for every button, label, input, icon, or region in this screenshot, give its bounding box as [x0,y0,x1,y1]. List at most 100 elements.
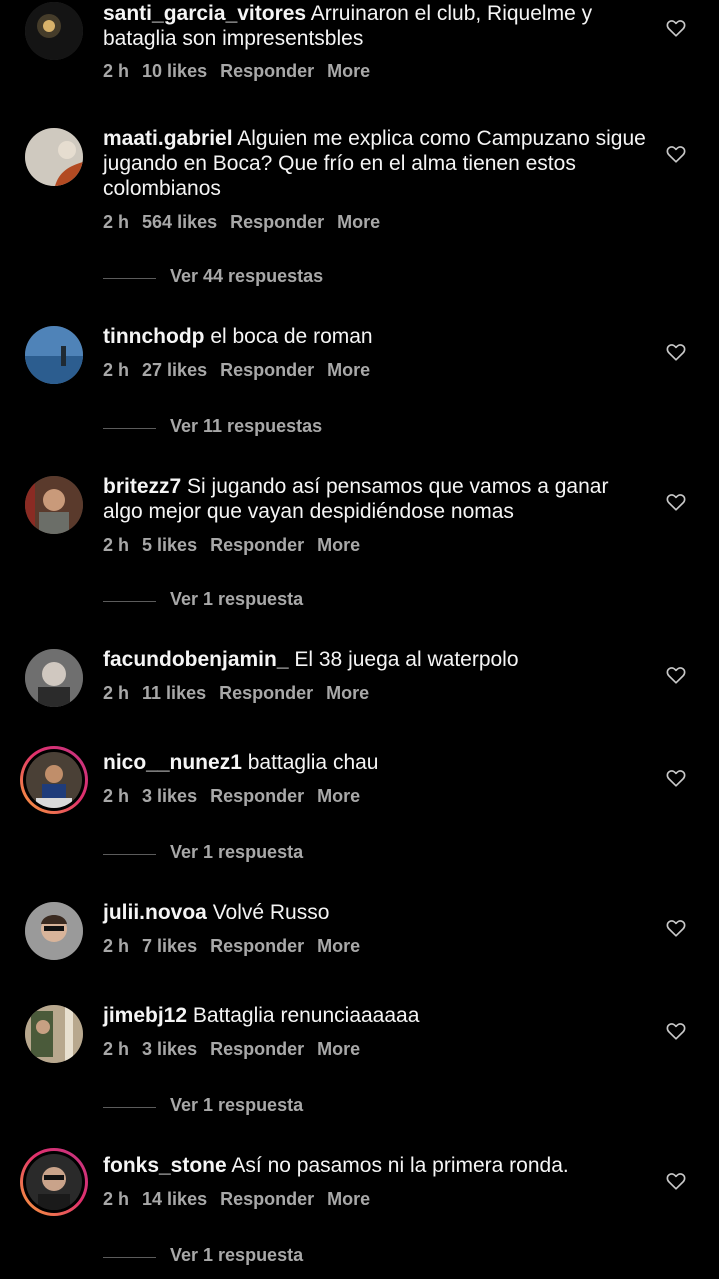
comment-text: nico__nunez1 battaglia chau [103,750,651,775]
comment-text: julii.novoa Volvé Russo [103,900,651,925]
more-button[interactable]: More [317,535,360,555]
comment-meta: 2 h 10 likes Responder More [103,61,378,82]
comment-meta: 2 h 11 likes Responder More [103,683,377,704]
reply-button[interactable]: Responder [219,683,313,703]
timestamp: 2 h [103,1039,130,1059]
likes-count[interactable]: 14 likes [142,1189,207,1209]
timestamp: 2 h [103,61,130,81]
avatar [26,752,82,808]
view-replies-label[interactable]: Ver 44 respuestas [170,266,323,287]
reply-button[interactable]: Responder [220,1189,314,1209]
username-link[interactable]: julii.novoa [103,901,207,924]
likes-count[interactable]: 564 likes [142,212,217,232]
avatar[interactable] [25,2,83,60]
username-link[interactable]: nico__nunez1 [103,751,242,774]
avatar[interactable] [25,476,83,534]
comment-text: fonks_stone Así no pasamos ni la primera… [103,1153,651,1178]
reply-button[interactable]: Responder [210,535,304,555]
heart-icon[interactable] [665,143,687,165]
likes-count[interactable]: 3 likes [142,786,197,806]
heart-icon[interactable] [665,491,687,513]
comment-text: tinnchodp el boca de roman [103,324,651,349]
avatar[interactable] [25,649,83,707]
avatar[interactable] [25,128,83,186]
view-replies-label[interactable]: Ver 1 respuesta [170,589,303,610]
more-button[interactable]: More [317,1039,360,1059]
reply-button[interactable]: Responder [210,1039,304,1059]
likes-count[interactable]: 7 likes [142,936,197,956]
heart-icon[interactable] [665,341,687,363]
comment-meta: 2 h 3 likes Responder More [103,786,368,807]
avatar [26,1154,82,1210]
username-link[interactable]: britezz7 [103,475,181,498]
avatar-story-ring[interactable] [20,746,88,814]
likes-count[interactable]: 27 likes [142,360,207,380]
more-button[interactable]: More [337,212,380,232]
timestamp: 2 h [103,936,130,956]
view-replies-label[interactable]: Ver 11 respuestas [170,416,322,437]
avatar[interactable] [25,326,83,384]
comment-meta: 2 h 564 likes Responder More [103,212,388,233]
heart-icon[interactable] [665,664,687,686]
reply-button[interactable]: Responder [230,212,324,232]
username-link[interactable]: fonks_stone [103,1154,227,1177]
comments-feed: santi_garcia_vitores Arruinaron el club,… [0,0,719,1279]
view-replies-label[interactable]: Ver 1 respuesta [170,1095,303,1116]
avatar[interactable] [25,902,83,960]
comment-meta: 2 h 14 likes Responder More [103,1189,378,1210]
username-link[interactable]: jimebj12 [103,1004,187,1027]
likes-count[interactable]: 5 likes [142,535,197,555]
replies-divider [103,1107,156,1108]
timestamp: 2 h [103,212,130,232]
more-button[interactable]: More [317,936,360,956]
replies-divider [103,1257,156,1258]
reply-button[interactable]: Responder [220,360,314,380]
avatar-ring-gap [23,1151,85,1213]
more-button[interactable]: More [317,786,360,806]
timestamp: 2 h [103,786,130,806]
comment-body: Volvé Russo [212,901,330,924]
likes-count[interactable]: 10 likes [142,61,207,81]
comment-body: el boca de roman [210,325,373,348]
view-replies-label[interactable]: Ver 1 respuesta [170,842,303,863]
more-button[interactable]: More [326,683,369,703]
replies-divider [103,854,156,855]
username-link[interactable]: tinnchodp [103,325,204,348]
comment-text: jimebj12 Battaglia renunciaaaaaa [103,1003,651,1028]
comment-text: britezz7 Si jugando así pensamos que vam… [103,474,651,524]
avatar-story-ring[interactable] [20,1148,88,1216]
comment-meta: 2 h 5 likes Responder More [103,535,368,556]
avatar-ring-gap [23,749,85,811]
comment-body: battaglia chau [247,751,379,774]
timestamp: 2 h [103,360,130,380]
timestamp: 2 h [103,683,130,703]
comment-body: Battaglia renunciaaaaaa [192,1004,420,1027]
reply-button[interactable]: Responder [210,786,304,806]
comment-text: facundobenjamin_ El 38 juega al waterpol… [103,647,651,672]
username-link[interactable]: santi_garcia_vitores [103,2,306,25]
reply-button[interactable]: Responder [210,936,304,956]
comment-text: maati.gabriel Alguien me explica como Ca… [103,126,651,201]
likes-count[interactable]: 3 likes [142,1039,197,1059]
comment-meta: 2 h 27 likes Responder More [103,360,378,381]
heart-icon[interactable] [665,1020,687,1042]
more-button[interactable]: More [327,360,370,380]
heart-icon[interactable] [665,17,687,39]
comment-meta: 2 h 3 likes Responder More [103,1039,368,1060]
more-button[interactable]: More [327,61,370,81]
comment-body: Así no pasamos ni la primera ronda. [231,1154,569,1177]
username-link[interactable]: facundobenjamin_ [103,648,289,671]
username-link[interactable]: maati.gabriel [103,127,233,150]
comment-meta: 2 h 7 likes Responder More [103,936,368,957]
heart-icon[interactable] [665,767,687,789]
reply-button[interactable]: Responder [220,61,314,81]
likes-count[interactable]: 11 likes [142,683,206,703]
avatar[interactable] [25,1005,83,1063]
replies-divider [103,601,156,602]
view-replies-label[interactable]: Ver 1 respuesta [170,1245,303,1266]
heart-icon[interactable] [665,1170,687,1192]
more-button[interactable]: More [327,1189,370,1209]
timestamp: 2 h [103,535,130,555]
heart-icon[interactable] [665,917,687,939]
comment-body: El 38 juega al waterpolo [294,648,519,671]
